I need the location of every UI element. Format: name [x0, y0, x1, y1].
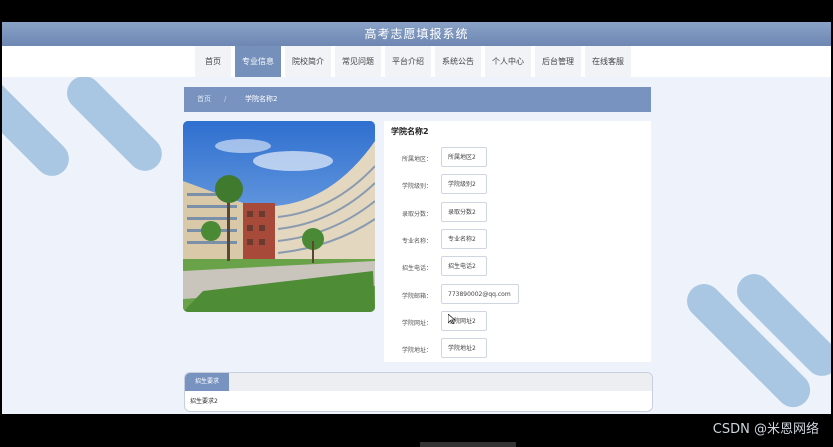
nav-items: 首页 专业信息 院校简介 常见问题 平台介绍 系统公告 个人中心 后台管理 在线客服	[195, 46, 635, 77]
app-header: 高考志愿填报系统	[2, 22, 831, 46]
nav-item[interactable]: 常见问题	[335, 46, 381, 77]
college-name-title: 学院名称2	[391, 127, 429, 136]
field-label: 学院网址：	[401, 319, 432, 327]
bottom-bar	[420, 442, 516, 447]
field-label: 录取分数：	[401, 210, 432, 218]
nav-item[interactable]: 后台管理	[535, 46, 581, 77]
requirements-section: 招生要求 招生要求2	[184, 372, 653, 412]
field-label: 所属地区：	[401, 156, 432, 163]
field-label: 学院级别：	[401, 183, 432, 191]
college-detail-panel: 学院名称2 所属地区： 所属地区2 学院级别： 学院级别2 录取分数： 录取分数2 专业名称…	[384, 121, 651, 362]
mouse-cursor-icon	[448, 314, 456, 324]
field-value-box: 学院地址2	[441, 338, 487, 359]
breadcrumb-home[interactable]: 首页	[197, 87, 211, 112]
breadcrumb: 首页 / 学院名称2	[184, 87, 651, 112]
decor-stripe	[59, 68, 169, 178]
requirements-content: 招生要求2	[190, 398, 218, 405]
nav-item[interactable]: 个人中心	[485, 46, 531, 77]
tab-requirements[interactable]: 招生要求	[185, 373, 229, 391]
watermark: CSDN @米恩网络	[712, 422, 819, 437]
app-title: 高考志愿填报系统	[364, 27, 469, 41]
breadcrumb-separator: /	[224, 95, 227, 103]
nav-item[interactable]: 首页	[195, 46, 231, 77]
college-photo	[183, 121, 375, 312]
field-label: 专业名称：	[401, 237, 432, 245]
field-value-box: 773890002@qq.com	[441, 283, 519, 304]
app-window: 高考志愿填报系统 首页 专业信息 院校简介 常见问题 平台介绍 系统公告 个人中心 后台管理在…	[2, 22, 831, 414]
breadcrumb-current: 学院名称2	[245, 95, 278, 103]
field-value-box: 专业名称2	[441, 228, 487, 249]
field-value-box: 学院级别2	[441, 174, 487, 195]
decor-stripe	[2, 66, 76, 183]
field-label: 招生电话：	[401, 265, 432, 273]
requirements-tabbar: 招生要求	[185, 373, 652, 391]
nav-item[interactable]: 系统公告	[435, 46, 481, 77]
field-value-box: 录取分数2	[441, 201, 487, 222]
field-label: 学院邮箱：	[401, 292, 432, 300]
field-value-box: 所属地区2	[441, 147, 487, 167]
college-building-image	[183, 121, 375, 312]
nav-item[interactable]: 在线客服	[585, 46, 631, 77]
nav-item[interactable]: 院校简介	[285, 46, 331, 77]
field-label: 学院地址：	[401, 347, 432, 355]
field-value-box: 招生电话2	[441, 256, 487, 277]
nav-item[interactable]: 平台介绍	[385, 46, 431, 77]
nav-item[interactable]: 专业信息	[235, 46, 281, 77]
top-nav: 首页 专业信息 院校简介 常见问题 平台介绍 系统公告 个人中心 后台管理 在线客服	[2, 46, 831, 77]
